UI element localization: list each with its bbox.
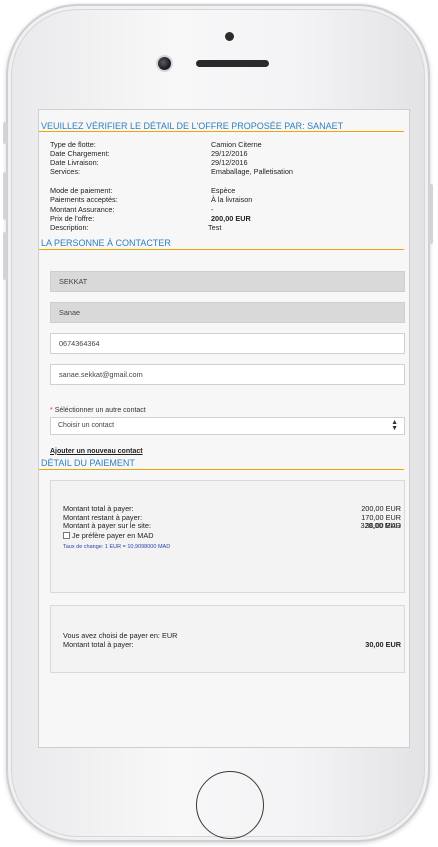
volume-down-button (3, 232, 7, 280)
last-name-field[interactable]: SEKKAT (50, 270, 405, 292)
detail-row: Date Livraison: 29/12/2016 (50, 158, 409, 167)
detail-label: Mode de paiement: (50, 186, 113, 196)
mad-checkbox[interactable] (63, 532, 70, 540)
detail-row: Description: Test (50, 223, 409, 232)
detail-label: Type de flotte: (50, 140, 96, 149)
phone-field[interactable]: 0674364364 (50, 332, 405, 354)
detail-label: Description: (50, 222, 89, 232)
exchange-rate: Taux de change: 1 EUR = 10,9098000 MAD (63, 544, 171, 551)
detail-label: Prix de l'offre: (50, 213, 95, 223)
total-label: Montant total à payer: (63, 639, 134, 649)
detail-value: Emaballage, Palletisation (211, 167, 293, 177)
offer-title: VEUILLEZ VÉRIFIER LE DÉTAIL DE L'OFFRE P… (39, 110, 404, 132)
detail-value: Test (208, 222, 222, 232)
detail-row: Prix de l'offre: 200,00 EUR (50, 214, 409, 223)
home-button[interactable] (196, 771, 264, 839)
offer-rows-a: Type de flotte: Camion Citerne Date Charge… (50, 140, 409, 176)
detail-row: Montant Assurance: - (50, 205, 409, 214)
detail-label: Date Chargement: (50, 149, 110, 159)
detail-value: À la livraison (211, 195, 253, 205)
mad-checkbox-label: Je préfère payer en MAD (72, 531, 154, 541)
volume-up-button (3, 172, 7, 220)
mad-amount: 328,00 MAD (360, 521, 401, 531)
mute-switch (3, 122, 7, 144)
detail-label: Montant à payer sur le site: (63, 521, 152, 531)
proximity-sensor (225, 32, 234, 41)
email-field[interactable]: sanae.sekkat@gmail.com (50, 363, 405, 385)
add-contact-link[interactable]: Ajouter un nouveau contact (50, 448, 409, 455)
detail-row: Paiements acceptés: À la livraison (50, 195, 409, 204)
select-contact-label-text: Séléctionner un autre contact (54, 406, 146, 414)
earpiece-speaker (196, 60, 269, 67)
contact-select[interactable]: Choisir un contact ▲ ▼ (50, 416, 405, 435)
power-button (429, 184, 433, 244)
mad-checkbox-row[interactable]: Je préfère payer en MAD (63, 531, 401, 540)
detail-label: Montant Assurance: (50, 204, 115, 214)
payment-title: DÉTAIL DU PAIEMENT (39, 455, 404, 470)
contact-select-value: Choisir un contact (58, 422, 115, 430)
detail-value: 29/12/2016 (211, 149, 248, 159)
detail-label: Paiements acceptés: (50, 195, 118, 205)
detail-value: 200,00 EUR (211, 213, 251, 223)
detail-value: Espèce (211, 186, 236, 196)
detail-row: Date Chargement: 29/12/2016 (50, 149, 409, 158)
detail-row: Type de flotte: Camion Citerne (50, 140, 409, 149)
detail-row: Services: Emaballage, Palletisation (50, 167, 409, 176)
front-camera-icon (158, 57, 171, 70)
total-value: 30,00 EUR (365, 639, 401, 649)
total-panel: Vous avez choisi de payer en: EUR Montan… (50, 604, 405, 673)
detail-label: Services: (50, 167, 81, 177)
detail-value: 29/12/2016 (211, 158, 248, 168)
app-screen: VEUILLEZ VÉRIFIER LE DÉTAIL DE L'OFFRE P… (38, 109, 410, 748)
detail-label: Date Livraison: (50, 158, 99, 168)
offer-details: Type de flotte: Camion Citerne Date Charge… (39, 132, 409, 232)
detail-value: Camion Citerne (211, 140, 262, 149)
detail-row: Mode de paiement: Espèce (50, 186, 409, 195)
select-contact-label: * Séléctionner un autre contact (50, 407, 409, 414)
contact-title: LA PERSONNE À CONTACTER (39, 232, 404, 250)
first-name-field[interactable]: Sanae (50, 301, 405, 323)
offer-rows-b: Mode de paiement: Espèce Paiements accepté… (50, 186, 409, 231)
payment-panel: Montant total à payer: 200,00 EUR Montant … (50, 479, 405, 593)
select-arrows-icon: ▲ ▼ (391, 418, 398, 432)
required-marker: * (50, 406, 53, 414)
detail-value: - (211, 204, 214, 214)
